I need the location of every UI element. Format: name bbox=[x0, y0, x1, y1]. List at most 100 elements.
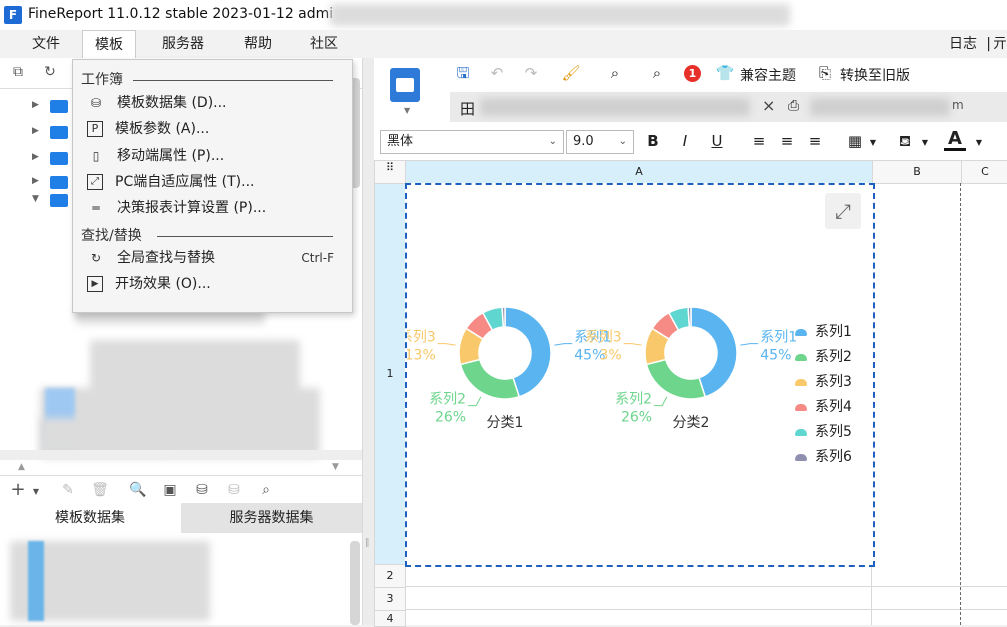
undo-icon[interactable]: ↶ bbox=[486, 62, 508, 84]
search-icon[interactable]: ⌕ bbox=[256, 480, 276, 500]
collapse-down-arrow-icon[interactable]: ▼ bbox=[332, 462, 339, 472]
compat-theme-button[interactable]: 兼容主题 bbox=[740, 65, 796, 85]
row-header-3[interactable]: 3 bbox=[374, 587, 406, 611]
app-logo-icon: F bbox=[4, 6, 22, 24]
column-header-b[interactable]: B bbox=[872, 160, 962, 184]
folder-icon[interactable] bbox=[50, 152, 68, 165]
tab-template-icon-2[interactable]: ⎙ bbox=[788, 98, 799, 114]
tab-server-dataset[interactable]: 服务器数据集 bbox=[181, 503, 362, 533]
new-folder-icon[interactable]: ⧉ bbox=[8, 62, 28, 82]
italic-button[interactable]: I bbox=[674, 130, 696, 152]
donut-slice[interactable] bbox=[687, 306, 692, 328]
menu-item-opening-effect[interactable]: ▶ 开场效果 (O)... bbox=[87, 272, 342, 296]
template-type-icon[interactable] bbox=[390, 68, 420, 102]
delete-icon[interactable]: 🗑 bbox=[90, 480, 110, 500]
panel-splitter[interactable]: ‖ bbox=[363, 58, 374, 625]
font-size-select[interactable]: 9.0 ⌄ bbox=[566, 130, 634, 154]
edit-icon[interactable]: ✎ bbox=[58, 480, 78, 500]
theme-shirt-icon[interactable]: 👕 bbox=[714, 62, 736, 84]
legend-item[interactable]: 系列4 bbox=[795, 396, 852, 416]
database-settings-icon[interactable]: ⛁ bbox=[224, 480, 244, 500]
menu-help[interactable]: 帮助 bbox=[232, 30, 284, 58]
tree-expand-arrow[interactable]: ▶ bbox=[32, 126, 39, 136]
text-search-icon[interactable]: ⌕ bbox=[604, 62, 626, 84]
tree-expand-arrow[interactable]: ▶ bbox=[32, 152, 39, 162]
align-left-icon[interactable]: ≡ bbox=[748, 130, 770, 152]
window-title: FineReport 11.0.12 stable 2023-01-12 adm… bbox=[28, 6, 334, 22]
legend-item[interactable]: 系列2 bbox=[795, 346, 852, 366]
menu-item-label: 决策报表计算设置 (P)... bbox=[117, 200, 267, 216]
menu-file[interactable]: 文件 bbox=[20, 30, 72, 58]
legend-item[interactable]: 系列6 bbox=[795, 446, 852, 466]
fill-dropdown-chevron-icon[interactable]: ▼ bbox=[914, 132, 936, 154]
legend-item[interactable]: 系列3 bbox=[795, 371, 852, 391]
donut-slice[interactable] bbox=[501, 306, 506, 328]
database-connect-icon[interactable]: ⛁ bbox=[192, 480, 212, 500]
cell-a1-chart[interactable]: ⤢ 系列145%系列226%系列313%分类1系列145%系列226%系列33%… bbox=[405, 183, 875, 567]
menu-overflow[interactable]: 亓 bbox=[993, 30, 1007, 58]
notification-badge[interactable]: 1 bbox=[684, 65, 701, 82]
menu-item-template-parameter[interactable]: P 模板参数 (A)... bbox=[87, 117, 342, 141]
fill-color-icon[interactable]: ⛾ bbox=[894, 130, 916, 152]
template-type-chevron-icon[interactable]: ▼ bbox=[404, 106, 410, 115]
preview-dataset-icon[interactable]: 🔍 bbox=[128, 480, 148, 500]
tree-horizontal-scrollbar[interactable] bbox=[0, 450, 362, 460]
folder-icon[interactable] bbox=[50, 100, 68, 113]
convert-icon[interactable]: ⎘ bbox=[814, 62, 836, 84]
refresh-icon[interactable]: ↻ bbox=[40, 62, 60, 82]
align-right-icon[interactable]: ≡ bbox=[804, 130, 826, 152]
dataset-image-icon[interactable]: ▣ bbox=[160, 480, 180, 500]
menu-item-global-find-replace[interactable]: ↻ 全局查找与替换 Ctrl-F bbox=[87, 246, 342, 270]
redo-icon[interactable]: ↷ bbox=[520, 62, 542, 84]
menu-item-template-dataset[interactable]: ⛁ 模板数据集 (D)... bbox=[87, 91, 342, 115]
add-dataset-icon[interactable]: + bbox=[8, 480, 28, 500]
legend-item[interactable]: 系列5 bbox=[795, 421, 852, 441]
donut-slice[interactable] bbox=[645, 358, 707, 400]
font-color-button[interactable]: A bbox=[944, 128, 966, 151]
legend-label: 系列1 bbox=[815, 324, 852, 340]
tree-expand-arrow[interactable]: ▶ bbox=[32, 100, 39, 110]
preview-chart-icon[interactable]: ⌕ bbox=[646, 62, 668, 84]
add-dropdown-chevron-icon[interactable]: ▼ bbox=[26, 482, 46, 502]
section-find-replace: 查找/替换 bbox=[81, 228, 142, 244]
font-family-select[interactable]: 黑体 ⌄ bbox=[380, 130, 564, 154]
bold-button[interactable]: B bbox=[642, 130, 664, 152]
redacted-tab-title bbox=[480, 98, 750, 116]
menu-item-pc-adaptive[interactable]: ⤢ PC端自适应属性 (T)... bbox=[87, 170, 342, 194]
dataset-scrollbar[interactable] bbox=[350, 541, 360, 625]
folder-icon[interactable] bbox=[50, 176, 68, 189]
legend-marker-icon bbox=[795, 378, 807, 386]
tab-template-dataset[interactable]: 模板数据集 bbox=[0, 503, 180, 533]
underline-button[interactable]: U bbox=[706, 130, 728, 152]
legend-item[interactable]: 系列1 bbox=[795, 321, 852, 341]
menu-item-mobile-properties[interactable]: ▯ 移动端属性 (P)... bbox=[87, 144, 342, 168]
donut-slice[interactable] bbox=[459, 358, 521, 400]
collapse-up-arrow-icon[interactable]: ▲ bbox=[18, 462, 25, 472]
column-header-c[interactable]: C bbox=[961, 160, 1007, 184]
menu-item-decision-report-settings[interactable]: ═ 决策报表计算设置 (P)... bbox=[87, 196, 342, 220]
align-center-icon[interactable]: ≡ bbox=[776, 130, 798, 152]
tree-expand-arrow[interactable]: ▶ bbox=[32, 176, 39, 186]
tab-template-icon[interactable]: 田 bbox=[460, 98, 475, 119]
format-brush-icon[interactable]: 🖌 bbox=[560, 62, 582, 84]
save-icon[interactable]: 🖫 bbox=[452, 62, 474, 84]
border-dropdown-chevron-icon[interactable]: ▼ bbox=[862, 132, 884, 154]
grid-corner[interactable]: ⠿ bbox=[374, 160, 406, 184]
font-color-dropdown-chevron-icon[interactable]: ▼ bbox=[968, 132, 990, 154]
mobile-icon: ▯ bbox=[92, 149, 100, 163]
column-header-a[interactable]: A bbox=[405, 160, 873, 184]
menu-server[interactable]: 服务器 bbox=[150, 30, 216, 58]
menu-template[interactable]: 模板 bbox=[82, 30, 136, 60]
row-header-2[interactable]: 2 bbox=[374, 564, 406, 588]
menu-item-label: 模板数据集 (D)... bbox=[117, 95, 227, 111]
row-header-1[interactable]: 1 bbox=[374, 183, 406, 565]
menu-log[interactable]: 日志 bbox=[949, 30, 977, 58]
tree-collapse-arrow[interactable]: ▼ bbox=[32, 194, 39, 204]
folder-open-icon[interactable] bbox=[50, 194, 68, 207]
folder-icon[interactable] bbox=[50, 126, 68, 139]
menu-community[interactable]: 社区 bbox=[298, 30, 350, 58]
row-header-4[interactable]: 4 bbox=[374, 610, 406, 627]
convert-legacy-button[interactable]: 转换至旧版 bbox=[840, 65, 910, 85]
legend-marker-icon bbox=[795, 428, 807, 436]
close-tab-icon[interactable]: × bbox=[762, 96, 775, 115]
